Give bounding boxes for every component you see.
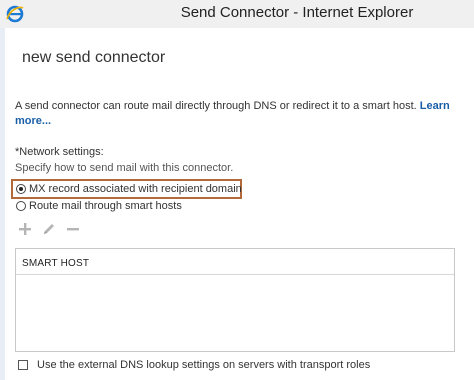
radio-smart-hosts[interactable]: Route mail through smart hosts (16, 198, 182, 214)
radio-mx-record-label: MX record associated with recipient doma… (29, 183, 242, 195)
window-left-edge (0, 28, 5, 380)
external-dns-checkbox[interactable] (18, 360, 28, 370)
smart-host-toolbar (16, 220, 88, 238)
column-header-smart-host[interactable]: SMART HOST (16, 249, 454, 275)
smart-host-table[interactable]: SMART HOST (15, 248, 455, 352)
radio-mx-record[interactable]: MX record associated with recipient doma… (16, 181, 242, 197)
network-settings-sublabel: Specify how to send mail with this conne… (15, 162, 234, 174)
description: A send connector can route mail directly… (15, 100, 417, 112)
window-title: Send Connector - Internet Explorer (180, 4, 414, 21)
add-icon[interactable] (16, 220, 34, 238)
network-settings-label: *Network settings: (15, 146, 104, 158)
radio-button-checked[interactable] (16, 184, 26, 194)
external-dns-label: Use the external DNS lookup settings on … (37, 359, 371, 371)
remove-icon[interactable] (64, 220, 82, 238)
external-dns-checkbox-row[interactable]: Use the external DNS lookup settings on … (18, 359, 370, 371)
description-text: A send connector can route mail directly… (15, 99, 455, 129)
edit-icon[interactable] (40, 220, 58, 238)
title-bar: Send Connector - Internet Explorer (0, 0, 474, 28)
radio-smart-hosts-label: Route mail through smart hosts (29, 200, 182, 212)
radio-button-unchecked[interactable] (16, 201, 26, 211)
page-title: new send connector (22, 49, 166, 66)
